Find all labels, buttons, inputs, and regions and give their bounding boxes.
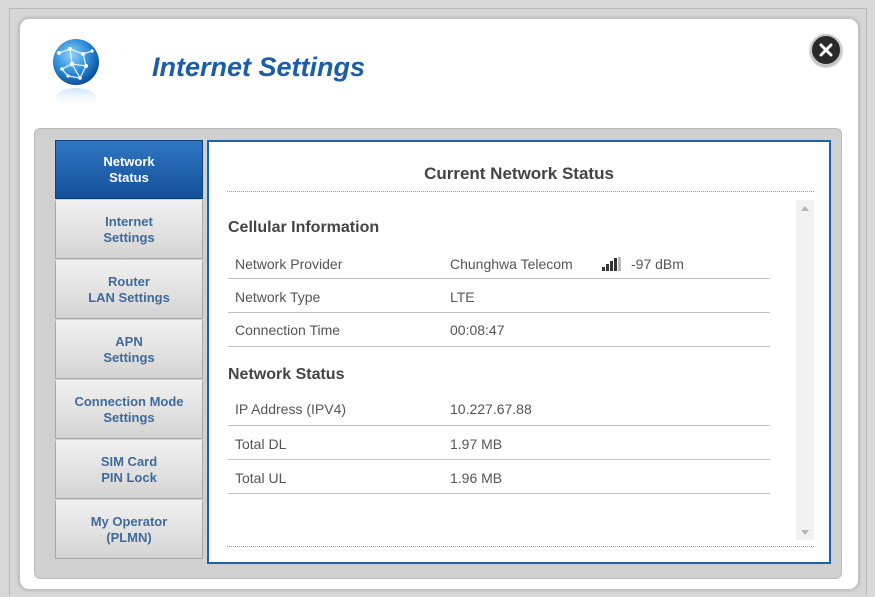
total-ul-value: 1.96 MB: [450, 470, 503, 486]
ip-address-value: 10.227.67.88: [450, 401, 532, 417]
cellular-info-heading: Cellular Information: [228, 219, 380, 236]
page-title: Internet Settings: [152, 52, 366, 82]
network-status-heading: Network Status: [228, 366, 345, 383]
scroll-up-arrow[interactable]: [796, 202, 814, 214]
close-button[interactable]: [810, 34, 842, 66]
close-icon: [819, 43, 833, 57]
row-divider: [228, 459, 770, 460]
network-provider-label: Network Provider: [235, 256, 343, 272]
signal-strength-icon: [602, 257, 621, 271]
row-divider: [228, 493, 770, 494]
total-ul-label: Total UL: [235, 470, 287, 486]
content-title: Current Network Status: [424, 164, 614, 183]
sidebar-item-connection-mode-settings[interactable]: Connection Mode Settings: [55, 380, 203, 439]
connection-time-label: Connection Time: [235, 322, 341, 338]
sidebar-item-apn-settings[interactable]: APN Settings: [55, 320, 203, 379]
row-divider: [228, 278, 770, 279]
connection-time-value: 00:08:47: [450, 322, 505, 338]
network-provider-value: Chunghwa Telecom: [450, 256, 573, 272]
ip-address-label: IP Address (IPV4): [235, 401, 347, 417]
bottom-divider: [227, 546, 814, 547]
sidebar-nav: Network Status Internet Settings Router …: [55, 140, 205, 567]
sidebar-item-internet-settings[interactable]: Internet Settings: [55, 200, 203, 259]
sidebar-item-my-operator[interactable]: My Operator (PLMN): [55, 500, 203, 559]
content-panel: [207, 140, 831, 564]
chevron-down-icon: [801, 529, 809, 535]
row-divider: [228, 346, 770, 347]
total-dl-label: Total DL: [235, 436, 287, 452]
globe-network-icon: [53, 39, 99, 108]
title-divider: [227, 191, 814, 192]
network-type-value: LTE: [450, 289, 475, 305]
network-type-label: Network Type: [235, 289, 321, 305]
scrollbar[interactable]: [796, 200, 814, 540]
sidebar-item-sim-card-pin-lock[interactable]: SIM Card PIN Lock: [55, 440, 203, 499]
chevron-up-icon: [801, 205, 809, 211]
signal-strength-value: -97 dBm: [631, 256, 684, 272]
scroll-down-arrow[interactable]: [796, 526, 814, 538]
sidebar-item-network-status[interactable]: Network Status: [55, 140, 203, 199]
row-divider: [228, 425, 770, 426]
total-dl-value: 1.97 MB: [450, 436, 503, 452]
row-divider: [228, 312, 770, 313]
sidebar-item-router-lan-settings[interactable]: Router LAN Settings: [55, 260, 203, 319]
